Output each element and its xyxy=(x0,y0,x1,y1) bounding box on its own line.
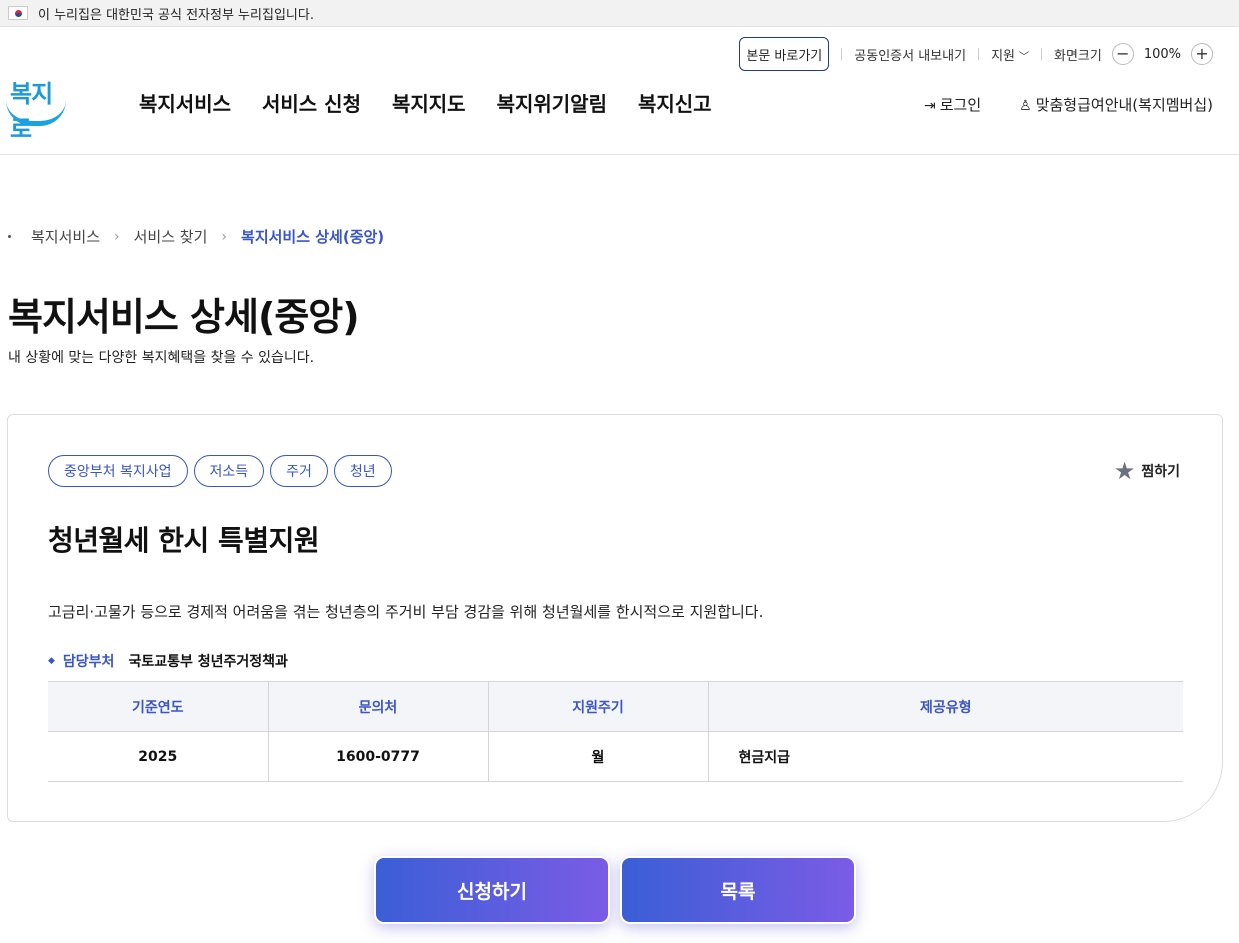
bookmark-button[interactable]: ★ 찜하기 xyxy=(1114,457,1180,485)
apply-button[interactable]: 신청하기 xyxy=(374,856,610,924)
user-links: ⇥ 로그인 ♙ 맞춤형급여안내(복지멤버십) xyxy=(924,94,1213,115)
zoom-out-button[interactable]: − xyxy=(1111,43,1134,65)
skip-to-content-button[interactable]: 본문 바로가기 xyxy=(739,37,830,71)
zoom-in-button[interactable]: + xyxy=(1191,43,1213,65)
korea-flag-icon xyxy=(8,6,28,20)
column-header: 제공유형 xyxy=(708,681,1183,732)
login-link[interactable]: ⇥ 로그인 xyxy=(924,94,981,115)
screen-size-label: 화면크기 xyxy=(1053,48,1102,64)
breadcrumb-current: 복지서비스 상세(중앙) xyxy=(241,228,385,246)
department-label: 담당부처 xyxy=(62,654,115,670)
breadcrumb-bullet xyxy=(8,235,11,238)
star-icon: ★ xyxy=(1113,457,1136,485)
nav-item-welfare-report[interactable]: 복지신고 xyxy=(638,88,712,117)
table-cell-type: 현금지급 xyxy=(708,731,1183,782)
department-value: 국토교통부 청년주거정책과 xyxy=(128,654,288,670)
column-header: 지원주기 xyxy=(488,681,709,732)
chevron-right-icon: › xyxy=(221,228,228,245)
login-label: 로그인 xyxy=(939,96,982,114)
table-row: 2025 1600-0777 월 현금지급 xyxy=(48,731,1183,782)
list-button[interactable]: 목록 xyxy=(620,856,856,924)
table-header-row: 기준연도 문의처 지원주기 제공유형 xyxy=(48,681,1183,732)
page-title: 복지서비스 상세(중앙) xyxy=(8,295,360,339)
table-cell-cycle: 월 xyxy=(488,731,709,782)
zoom-value: 100% xyxy=(1143,46,1181,62)
column-header: 기준연도 xyxy=(48,681,269,732)
login-icon: ⇥ xyxy=(923,98,936,114)
support-label: 지원 xyxy=(991,48,1015,64)
tag[interactable]: 중앙부처 복지사업 xyxy=(48,455,188,487)
chevron-right-icon: › xyxy=(114,228,120,245)
tag-list: 중앙부처 복지사업 저소득 주거 청년 xyxy=(48,455,398,487)
membership-link[interactable]: ♙ 맞춤형급여안내(복지멤버십) xyxy=(1019,94,1213,115)
nav-item-crisis-alert[interactable]: 복지위기알림 xyxy=(497,88,607,117)
membership-label: 맞춤형급여안내(복지멤버십) xyxy=(1035,96,1213,114)
nav-item-welfare-service[interactable]: 복지서비스 xyxy=(139,88,231,117)
department-info: ◆ 담당부처 국토교통부 청년주거정책과 xyxy=(48,651,288,671)
header-divider xyxy=(0,154,1239,155)
cert-export-link[interactable]: 공동인증서 내보내기 xyxy=(854,45,966,64)
breadcrumb-item[interactable]: 복지서비스 xyxy=(31,226,100,247)
nav-item-service-apply[interactable]: 서비스 신청 xyxy=(262,88,361,117)
service-card: 중앙부처 복지사업 저소득 주거 청년 ★ 찜하기 청년월세 한시 특별지원 고… xyxy=(7,414,1223,822)
tag[interactable]: 주거 xyxy=(270,455,328,487)
divider xyxy=(978,48,980,60)
service-title: 청년월세 한시 특별지원 xyxy=(48,524,320,557)
service-description: 고금리·고물가 등으로 경제적 어려움을 겪는 청년층의 주거비 부담 경감을 … xyxy=(48,603,764,621)
tag[interactable]: 저소득 xyxy=(193,455,265,487)
divider xyxy=(841,48,843,60)
utility-bar: 본문 바로가기 공동인증서 내보내기 지원 ﹀ 화면크기 − 100% + xyxy=(739,37,1223,71)
main-nav: 복지서비스 서비스 신청 복지지도 복지위기알림 복지신고 xyxy=(139,88,743,117)
add-user-icon: ♙ xyxy=(1019,98,1032,114)
chevron-down-icon: ﹀ xyxy=(1018,51,1029,63)
breadcrumb: 복지서비스 › 서비스 찾기 › 복지서비스 상세(중앙) xyxy=(8,226,384,247)
table-cell-year: 2025 xyxy=(48,731,269,782)
gov-banner: 이 누리집은 대한민국 공식 전자정부 누리집입니다. xyxy=(0,0,1239,27)
nav-item-welfare-map[interactable]: 복지지도 xyxy=(392,88,466,117)
breadcrumb-item[interactable]: 서비스 찾기 xyxy=(134,226,208,247)
bokjiro-logo[interactable]: 복지로 xyxy=(6,74,68,143)
service-info-table: 기준연도 문의처 지원주기 제공유형 2025 1600-0777 월 현금지급 xyxy=(48,681,1183,782)
bookmark-label: 찜하기 xyxy=(1141,464,1180,480)
diamond-bullet-icon: ◆ xyxy=(48,656,55,666)
action-buttons: 신청하기 목록 xyxy=(374,856,866,924)
page-description: 내 상황에 맞는 다양한 복지혜택을 찾을 수 있습니다. xyxy=(8,350,315,366)
table-cell-contact: 1600-0777 xyxy=(268,731,489,782)
tag[interactable]: 청년 xyxy=(333,455,392,487)
divider xyxy=(1040,48,1042,60)
column-header: 문의처 xyxy=(268,681,489,732)
support-dropdown[interactable]: 지원 ﹀ xyxy=(991,45,1029,64)
gov-banner-text: 이 누리집은 대한민국 공식 전자정부 누리집입니다. xyxy=(38,7,314,23)
